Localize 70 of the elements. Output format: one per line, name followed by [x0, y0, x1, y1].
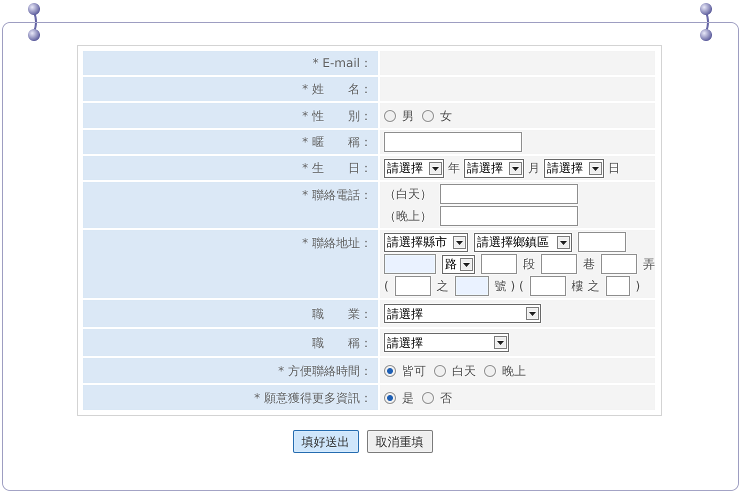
caret-icon — [589, 162, 602, 174]
address-label: 號 ) ( — [494, 278, 524, 295]
binder-ring-icon — [26, 2, 42, 42]
caret-icon — [557, 236, 570, 248]
input-field[interactable] — [481, 254, 517, 274]
dropdown[interactable]: 請選擇 — [384, 304, 541, 323]
address-label: ) — [636, 278, 640, 295]
caret-icon — [453, 236, 466, 248]
option-label: 否 — [440, 390, 452, 406]
unit-label: 年 — [448, 160, 460, 177]
address-label: 樓 之 — [572, 278, 600, 295]
field-label: * 聯絡電話： — [302, 187, 372, 204]
option-label: 白天 — [452, 362, 476, 380]
caret-icon — [494, 336, 507, 349]
radio-button[interactable] — [434, 364, 446, 376]
radio-button[interactable] — [484, 364, 496, 376]
option-label: 女 — [440, 108, 452, 124]
unit-label: 日 — [608, 160, 620, 177]
option-label: 皆可 — [402, 362, 426, 380]
address-label: 弄 — [643, 256, 655, 273]
reset-button[interactable]: 取消重填 — [366, 430, 432, 453]
input-field[interactable] — [530, 276, 566, 296]
option-label: 是 — [402, 390, 414, 406]
address-label: 巷 — [583, 256, 595, 273]
dropdown[interactable]: 請選擇 — [544, 158, 604, 178]
input-field[interactable] — [578, 232, 626, 252]
address-label: ( — [384, 278, 389, 295]
phone-label: （晚上） — [384, 208, 432, 225]
radio-button[interactable] — [422, 110, 434, 122]
input-field[interactable] — [541, 254, 577, 274]
submit-button[interactable]: 填好送出 — [292, 430, 358, 453]
input-field[interactable] — [440, 206, 578, 226]
dropdown[interactable]: 請選擇 — [384, 158, 444, 178]
radio-button[interactable] — [384, 110, 396, 122]
caret-icon — [429, 162, 442, 174]
unit-label: 月 — [528, 160, 540, 177]
input-field[interactable] — [384, 132, 522, 152]
field-label: * 願意獲得更多資訊： — [254, 390, 372, 406]
option-label: 晚上 — [502, 362, 526, 380]
phone-label: （白天） — [384, 186, 432, 203]
field-label: 職 稱： — [312, 334, 372, 352]
caret-icon — [509, 162, 522, 174]
address-label: 段 — [523, 256, 535, 273]
dropdown[interactable]: 路 — [442, 254, 475, 274]
caret-icon — [460, 258, 473, 270]
dropdown[interactable]: 請選擇 — [384, 333, 509, 352]
input-field[interactable] — [601, 254, 637, 274]
field-label: * 性 別： — [302, 108, 372, 124]
radio-button[interactable] — [384, 392, 396, 404]
option-label: 男 — [402, 108, 414, 124]
input-field[interactable] — [394, 276, 431, 296]
field-label: * E-mail： — [312, 55, 372, 72]
field-label: * 生 日： — [302, 160, 372, 177]
input-field[interactable] — [440, 184, 578, 204]
field-label: * 方便聯絡時間： — [278, 362, 372, 380]
dropdown[interactable]: 請選擇 — [464, 158, 524, 178]
radio-button[interactable] — [422, 392, 434, 404]
radio-button[interactable] — [384, 364, 396, 376]
field-label: * 聯絡地址： — [302, 235, 372, 252]
caret-icon — [526, 307, 539, 320]
address-label: 之 — [436, 278, 449, 295]
dropdown[interactable]: 請選擇鄉鎮區 — [474, 232, 572, 252]
field-label: 職 業： — [312, 306, 372, 322]
field-label: * 暱 稱： — [302, 134, 372, 151]
input-field[interactable] — [454, 276, 489, 296]
dropdown[interactable]: 請選擇縣市 — [384, 232, 468, 252]
input-field[interactable] — [384, 254, 436, 274]
field-label: * 姓 名： — [302, 81, 372, 98]
binder-ring-icon — [698, 2, 714, 42]
input-field[interactable] — [606, 276, 630, 296]
